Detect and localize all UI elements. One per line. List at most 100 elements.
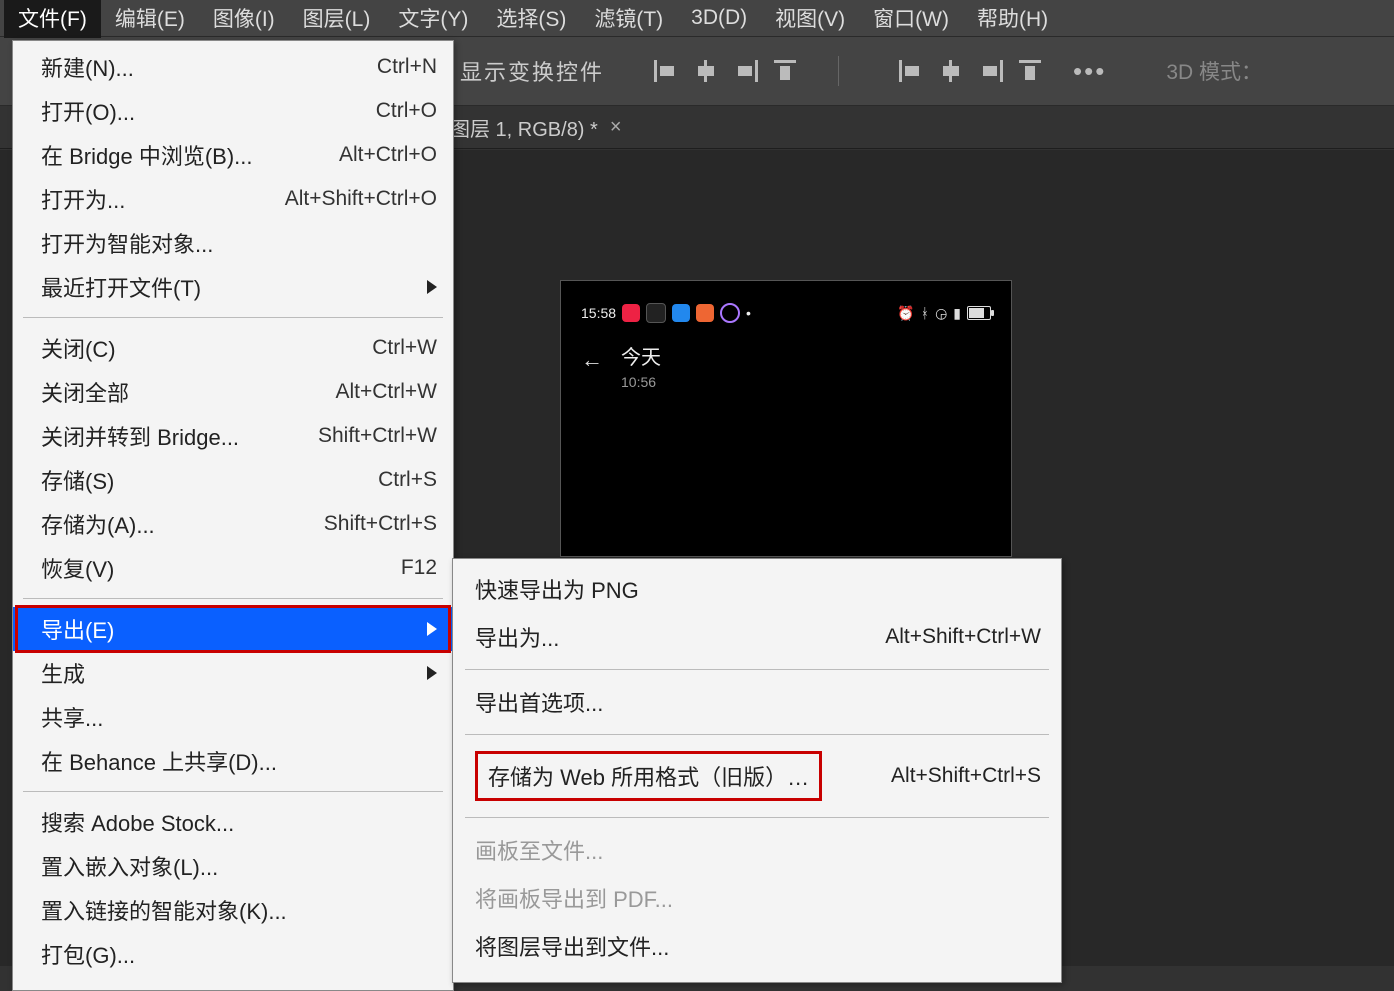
menu-item-label: 关闭全部 [41, 376, 129, 408]
highlight-box: 存储为 Web 所用格式（旧版）… [475, 751, 822, 801]
menu-item-label: 在 Behance 上共享(D)... [41, 745, 277, 777]
battery-icon [967, 306, 991, 320]
distribute-hcenter-icon[interactable] [939, 60, 963, 82]
submenu-item[interactable]: 导出为... Alt+Shift+Ctrl+W [453, 613, 1061, 661]
menu-item[interactable]: 打开为... Alt+Shift+Ctrl+O [13, 177, 453, 221]
submenu-item: 将画板导出到 PDF... [453, 874, 1061, 922]
distribute-left-icon[interactable] [899, 60, 923, 82]
document-tab-title[interactable]: 图层 1, RGB/8) * [450, 113, 598, 142]
submenu-arrow-icon [427, 274, 437, 300]
menu-item-label: 置入嵌入对象(L)... [41, 850, 218, 882]
menu-item[interactable]: 生成 [13, 651, 453, 695]
menu-separator [465, 669, 1049, 670]
canvas-image[interactable]: 15:58 • ⏰ ᚼ ◶ ▮ ← 今天 10:56 [560, 280, 1012, 557]
menu-item-label: 共享... [41, 701, 103, 733]
menu-item-label: 存储为(A)... [41, 508, 155, 540]
menu-view[interactable]: 视图(V) [761, 0, 859, 38]
menubar: 文件(F) 编辑(E) 图像(I) 图层(L) 文字(Y) 选择(S) 滤镜(T… [0, 0, 1394, 36]
menu-item[interactable]: 关闭并转到 Bridge...Shift+Ctrl+W [13, 414, 453, 458]
menu-item[interactable]: 打开为智能对象... [13, 221, 453, 265]
submenu-item-label: 导出首选项... [475, 686, 603, 718]
submenu-item-label: 导出为... [475, 621, 559, 653]
align-right-icon[interactable] [734, 60, 758, 82]
bluetooth-icon: ᚼ [921, 305, 929, 321]
signal-icon: ▮ [953, 305, 961, 322]
submenu-item[interactable]: 导出首选项... [453, 678, 1061, 726]
menu-item-label: 搜索 Adobe Stock... [41, 806, 234, 838]
menu-item[interactable]: 打包(G)... [13, 932, 453, 976]
alarm-icon: ⏰ [897, 305, 914, 322]
menu-item[interactable]: 在 Behance 上共享(D)... [13, 739, 453, 783]
menu-item[interactable]: 在 Bridge 中浏览(B)...Alt+Ctrl+O [13, 133, 453, 177]
status-time: 15:58 [581, 305, 616, 321]
menu-file[interactable]: 文件(F) [4, 0, 101, 38]
app-icon [622, 304, 640, 322]
more-options-icon[interactable]: ••• [1073, 56, 1106, 87]
menu-item[interactable]: 共享... [13, 695, 453, 739]
distribute-right-icon[interactable] [979, 60, 1003, 82]
menu-edit[interactable]: 编辑(E) [101, 0, 199, 38]
align-hcenter-icon[interactable] [694, 60, 718, 82]
menu-item[interactable]: 关闭(C)Ctrl+W [13, 326, 453, 370]
submenu-item[interactable]: 存储为 Web 所用格式（旧版）… Alt+Shift+Ctrl+S [453, 743, 1061, 809]
menu-item[interactable]: 新建(N)...Ctrl+N [13, 45, 453, 89]
menu-item-label: 置入链接的智能对象(K)... [41, 894, 287, 926]
submenu-item[interactable]: 快速导出为 PNG [453, 565, 1061, 613]
menu-item[interactable]: 置入嵌入对象(L)... [13, 844, 453, 888]
menu-item[interactable]: 最近打开文件(T) [13, 265, 453, 309]
menu-item-label: 打包(G)... [41, 938, 135, 970]
menu-item-label: 生成 [41, 657, 85, 689]
today-time: 10:56 [621, 374, 661, 390]
align-top-icon[interactable] [774, 60, 798, 82]
menu-item-label: 存储(S) [41, 464, 114, 496]
menu-type[interactable]: 文字(Y) [384, 0, 482, 38]
submenu-shortcut: Alt+Shift+Ctrl+S [891, 764, 1041, 788]
menu-layer[interactable]: 图层(L) [289, 0, 385, 38]
submenu-arrow-icon [427, 616, 437, 642]
menu-item-label: 恢复(V) [41, 552, 114, 584]
menu-separator [465, 817, 1049, 818]
menu-shortcut: Alt+Shift+Ctrl+O [285, 187, 437, 211]
export-submenu: 快速导出为 PNG 导出为... Alt+Shift+Ctrl+W 导出首选项... 存… [452, 558, 1062, 983]
menu-shortcut: Alt+Ctrl+O [339, 143, 437, 167]
menu-item-label: 打开为智能对象... [41, 227, 213, 259]
close-tab-icon[interactable]: × [610, 116, 622, 139]
menu-shortcut: Ctrl+O [376, 99, 437, 123]
menu-item[interactable]: 恢复(V) F12 [13, 546, 453, 590]
app-icon [720, 303, 740, 323]
menu-item[interactable]: 存储(S)Ctrl+S [13, 458, 453, 502]
menu-3d[interactable]: 3D(D) [677, 1, 761, 35]
menu-shortcut: Ctrl+N [377, 55, 437, 79]
menu-shortcut: F12 [401, 556, 437, 580]
phone-status-bar: 15:58 • ⏰ ᚼ ◶ ▮ [561, 303, 1011, 323]
app-icon [672, 304, 690, 322]
align-left-icon[interactable] [654, 60, 678, 82]
menu-select[interactable]: 选择(S) [482, 0, 580, 38]
menu-item[interactable]: 打开(O)...Ctrl+O [13, 89, 453, 133]
transform-controls-label[interactable]: 显示变换控件 [460, 55, 604, 87]
app-icon [696, 304, 714, 322]
menu-help[interactable]: 帮助(H) [963, 0, 1062, 38]
menu-item-label: 打开为... [41, 183, 125, 215]
menu-image[interactable]: 图像(I) [199, 0, 289, 38]
menu-window[interactable]: 窗口(W) [859, 0, 963, 38]
submenu-item-label: 快速导出为 PNG [475, 573, 639, 605]
3d-mode-label: 3D 模式： [1166, 56, 1262, 86]
app-icon [646, 303, 666, 323]
menu-item[interactable]: 存储为(A)...Shift+Ctrl+S [13, 502, 453, 546]
menu-item[interactable]: 搜索 Adobe Stock... [13, 800, 453, 844]
menu-separator [465, 734, 1049, 735]
submenu-item[interactable]: 将图层导出到文件... [453, 922, 1061, 970]
menu-filter[interactable]: 滤镜(T) [580, 0, 677, 38]
menu-item[interactable]: 置入链接的智能对象(K)... [13, 888, 453, 932]
submenu-item-label: 将图层导出到文件... [475, 930, 669, 962]
today-label: 今天 [621, 341, 661, 370]
submenu-item: 画板至文件... [453, 826, 1061, 874]
menu-shortcut: Ctrl+W [372, 336, 437, 360]
submenu-shortcut: Alt+Shift+Ctrl+W [885, 625, 1041, 649]
menu-item[interactable]: 关闭全部Alt+Ctrl+W [13, 370, 453, 414]
distribute-top-icon[interactable] [1019, 60, 1043, 82]
align-group-1 [654, 60, 798, 82]
menu-separator [23, 791, 443, 792]
menu-item[interactable]: 导出(E) [13, 607, 453, 651]
